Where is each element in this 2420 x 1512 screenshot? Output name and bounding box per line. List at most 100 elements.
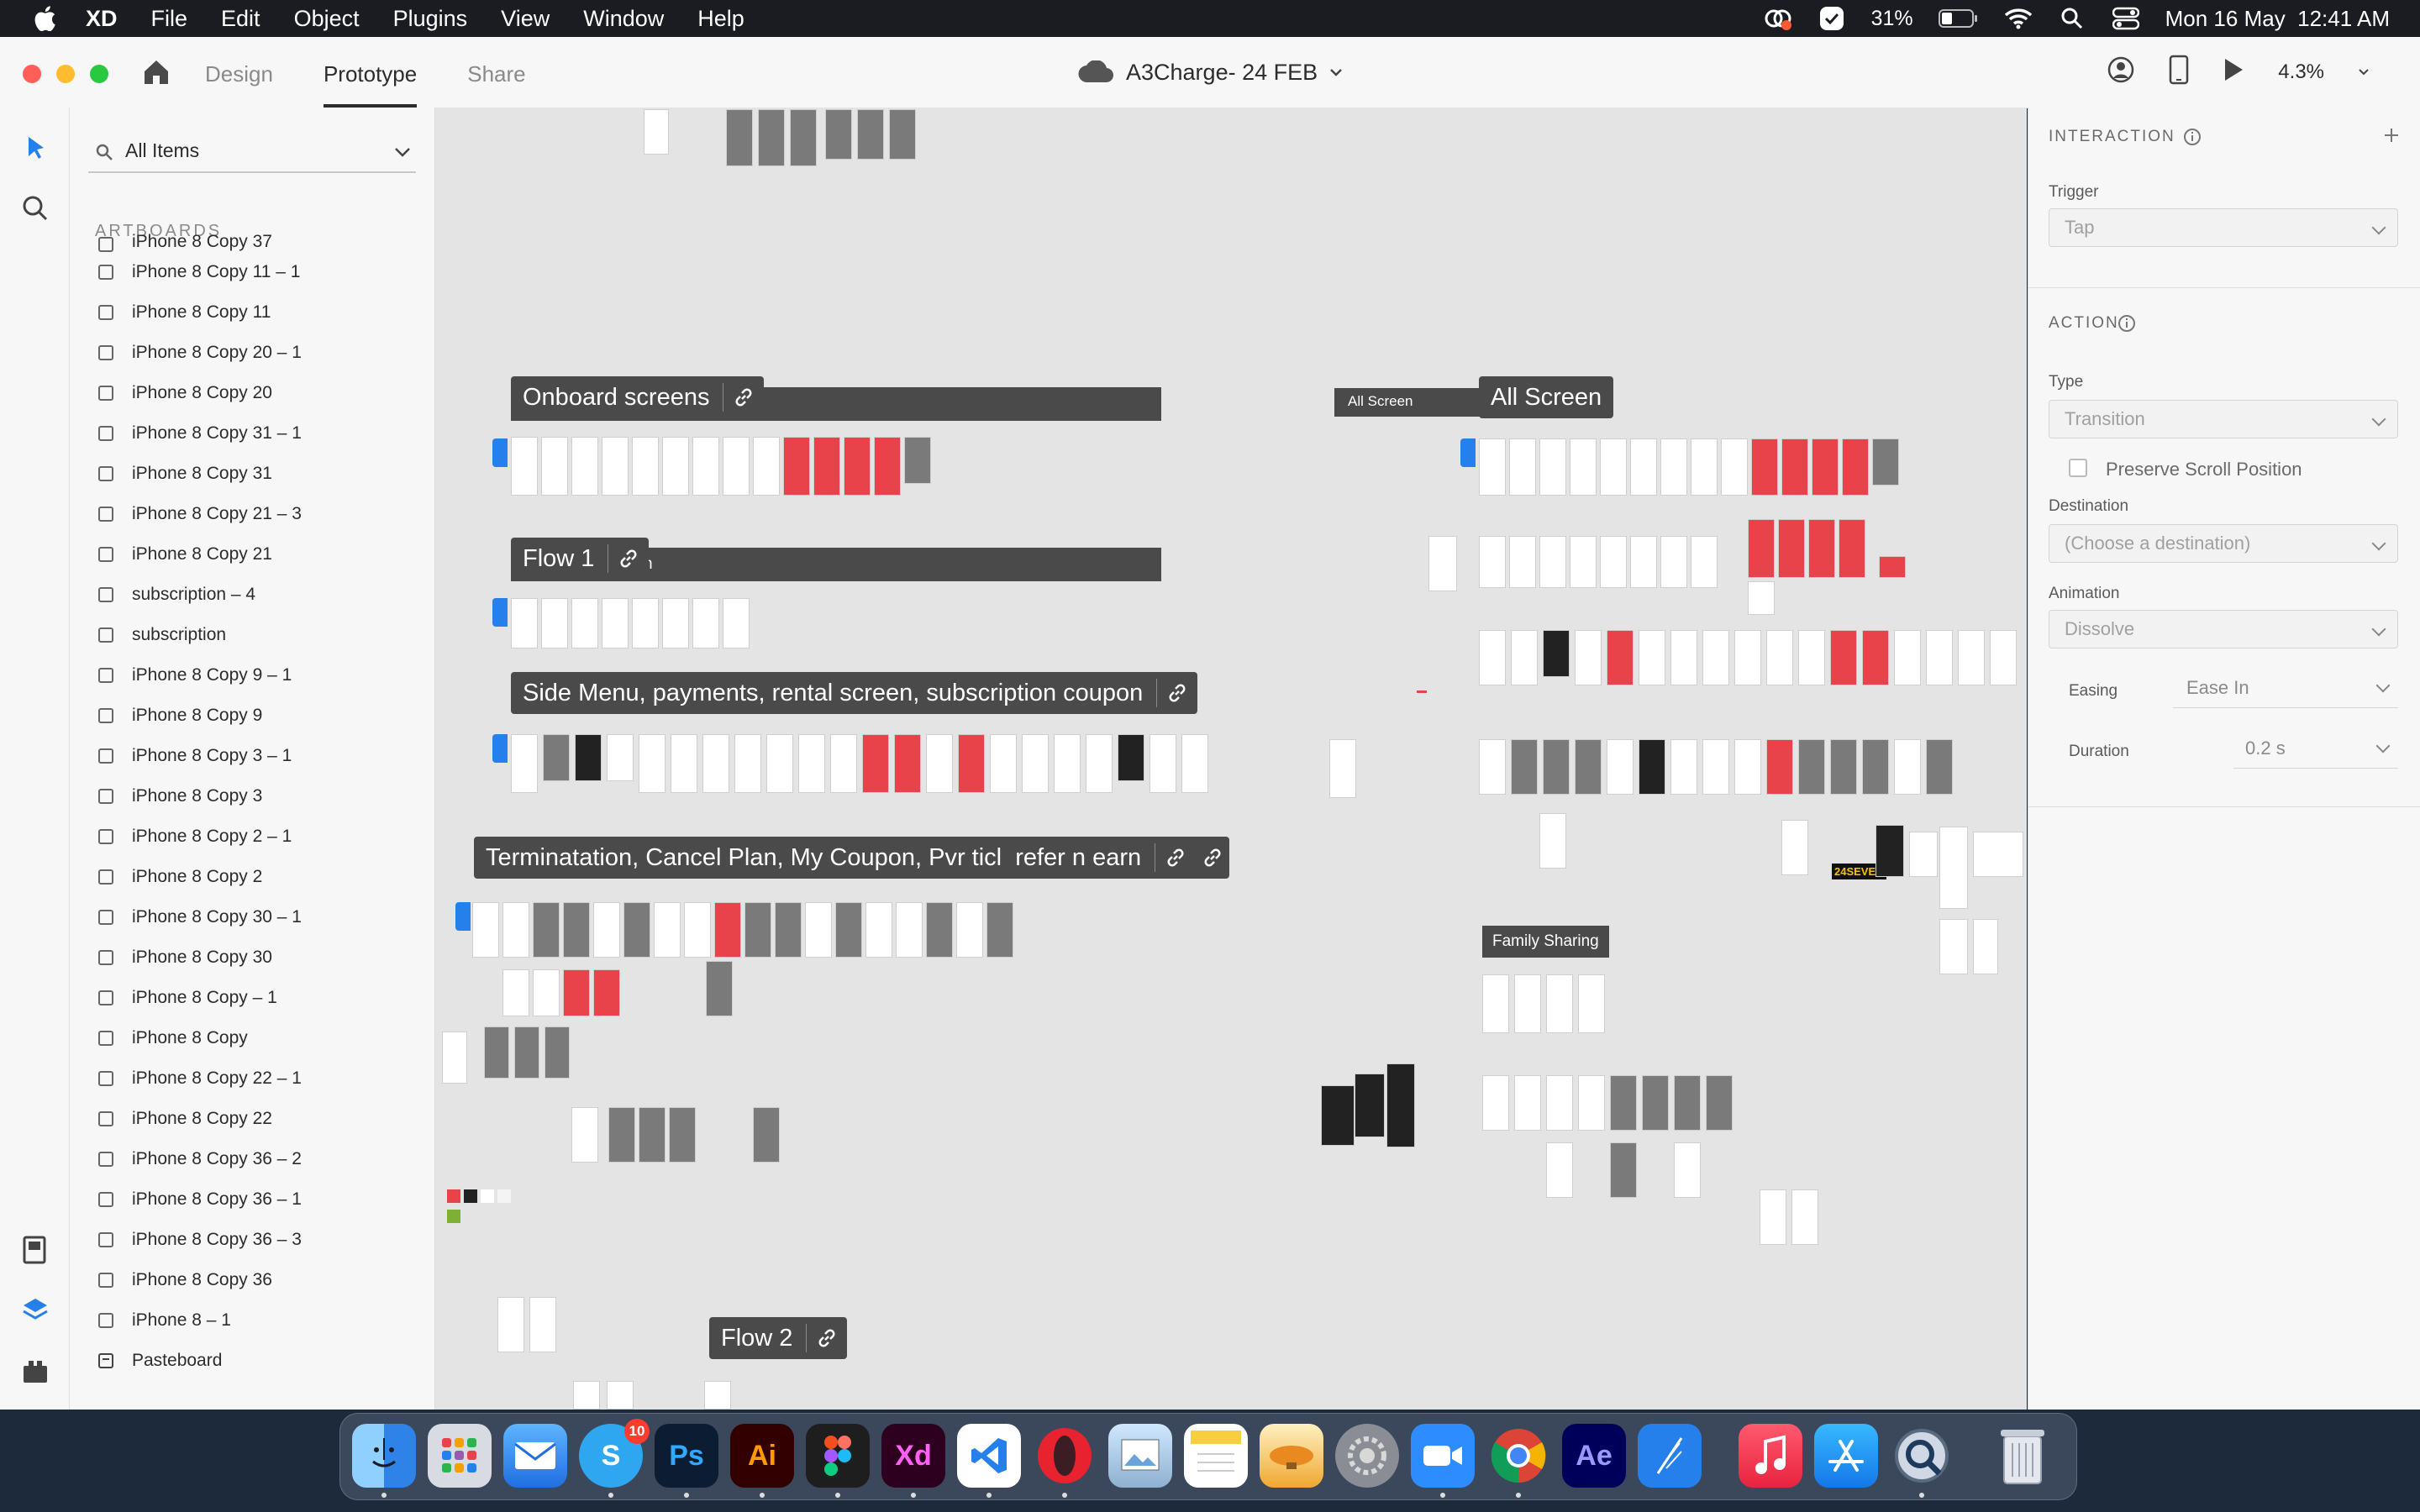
artboard-thumb[interactable] (1660, 536, 1687, 588)
easing-select[interactable]: Ease In (2173, 669, 2398, 708)
artboard-thumb[interactable] (1600, 536, 1627, 588)
artboard-item[interactable]: iPhone 8 Copy 36 – 3 (70, 1220, 434, 1260)
artboard-thumb[interactable] (825, 109, 852, 160)
artboard-thumb[interactable] (602, 437, 629, 496)
artboard-thumb[interactable] (1607, 630, 1634, 685)
plugins-icon[interactable] (20, 1356, 50, 1386)
artboard-thumb[interactable] (1514, 1075, 1541, 1131)
flow-label-termination[interactable]: Terminatation, Cancel Plan, My Coupon, P… (474, 837, 1230, 879)
play-preview-icon[interactable] (2223, 57, 2244, 88)
artboard-thumb[interactable] (1798, 630, 1825, 685)
menu-window[interactable]: Window (583, 6, 664, 32)
menu-app-name[interactable]: XD (86, 6, 118, 32)
select-tool-icon[interactable] (20, 133, 50, 163)
artboard-thumb[interactable] (593, 902, 620, 958)
animation-select[interactable]: Dissolve (2049, 610, 2398, 648)
artboard-thumb[interactable] (1973, 919, 1998, 974)
artboard-thumb[interactable] (502, 969, 529, 1016)
app-store-app-icon[interactable] (1814, 1424, 1878, 1488)
artboard-thumb[interactable] (1926, 630, 1953, 685)
menu-edit[interactable]: Edit (221, 6, 260, 32)
artboard-thumb[interactable] (1958, 630, 1985, 685)
skype-app-icon[interactable]: S 10 (579, 1419, 650, 1488)
zoom-tool-icon[interactable] (20, 193, 50, 223)
artboard-thumb[interactable] (857, 109, 884, 160)
artboard-thumb[interactable] (1639, 739, 1665, 795)
artboard-thumb[interactable] (662, 598, 689, 648)
artboard-thumb[interactable] (1118, 734, 1144, 781)
artboard-item[interactable]: iPhone 8 Copy – 1 (70, 978, 434, 1018)
artboard-item[interactable]: iPhone 8 Copy 36 – 1 (70, 1179, 434, 1220)
artboard-thumb[interactable] (1546, 1142, 1573, 1198)
artboard-thumb[interactable] (1607, 739, 1634, 795)
artboard-thumb[interactable] (671, 734, 697, 793)
artboard-thumb[interactable] (1909, 832, 1938, 877)
artboard-thumb[interactable] (1600, 438, 1627, 496)
preview-app-icon[interactable] (1108, 1424, 1172, 1488)
artboard-thumb[interactable] (1894, 630, 1921, 685)
artboard-thumb[interactable] (644, 109, 669, 155)
artboard-thumb[interactable] (889, 109, 916, 160)
artboard-thumb[interactable] (790, 109, 817, 166)
artboard-item[interactable]: iPhone 8 Copy 31 (70, 454, 434, 494)
type-select[interactable]: Transition (2049, 400, 2398, 438)
artboard-thumb[interactable] (1812, 438, 1839, 496)
artboard-thumb[interactable] (706, 961, 733, 1016)
battery-icon[interactable] (1938, 4, 1979, 33)
artboard-thumb[interactable] (1479, 739, 1506, 795)
menu-object[interactable]: Object (294, 6, 360, 32)
zoom-level[interactable]: 4.3% (2278, 60, 2324, 84)
artboard-thumb[interactable] (835, 902, 862, 958)
menubar-clock[interactable]: Mon 16 May 12:41 AM (2165, 6, 2390, 32)
artboard-thumb[interactable] (1022, 734, 1049, 793)
tab-prototype[interactable]: Prototype (323, 37, 418, 108)
artboard-thumb[interactable] (1543, 739, 1570, 795)
artboard-thumb[interactable] (563, 969, 590, 1016)
artboard-thumb[interactable] (1691, 536, 1718, 588)
artboard-thumb[interactable] (1514, 974, 1541, 1033)
artboard-thumb[interactable] (874, 437, 901, 496)
pasteboard-item[interactable]: Pasteboard (70, 1341, 434, 1381)
artboard-thumb[interactable] (593, 969, 620, 1016)
artboard-item[interactable]: iPhone 8 Copy 30 (70, 937, 434, 978)
artboard-thumb[interactable] (571, 1107, 598, 1163)
artboard-thumb[interactable] (571, 437, 598, 496)
artboard-thumb[interactable] (1778, 519, 1805, 578)
artboard-thumb[interactable] (704, 1381, 731, 1410)
artboard-thumb[interactable] (1610, 1142, 1637, 1198)
menu-plugins[interactable]: Plugins (393, 6, 468, 32)
artboard-thumb[interactable] (1926, 739, 1953, 795)
artboard-thumb[interactable] (1748, 581, 1775, 615)
artboard-thumb[interactable] (1386, 1063, 1415, 1147)
artboard-thumb[interactable] (1939, 827, 1968, 909)
artboard-item[interactable]: iPhone 8 Copy 31 – 1 (70, 413, 434, 454)
artboard-thumb[interactable] (1570, 536, 1597, 588)
artboard-thumb[interactable] (1355, 1074, 1385, 1137)
artboard-thumb[interactable] (1808, 519, 1835, 578)
artboard-thumb[interactable] (775, 902, 802, 958)
artboard-thumb[interactable] (692, 598, 719, 648)
link-icon[interactable] (608, 538, 649, 580)
artboard-thumb[interactable] (533, 902, 560, 958)
artboard-item[interactable]: iPhone 8 Copy 9 – 1 (70, 655, 434, 696)
menu-file[interactable]: File (151, 6, 188, 32)
duration-field[interactable]: 0.2 s (2233, 729, 2398, 769)
illustrator-app-icon[interactable]: Ai (730, 1424, 794, 1488)
artboard-item[interactable]: iPhone 8 Copy 2 (70, 857, 434, 897)
artboard-item[interactable]: iPhone 8 Copy 3 – 1 (70, 736, 434, 776)
artboard-thumb[interactable] (1691, 438, 1718, 496)
artboard-thumb[interactable] (623, 902, 650, 958)
all-screen-small-tag[interactable]: All Screen (1334, 388, 1487, 417)
control-center-icon[interactable] (2112, 4, 2140, 33)
mail-app-icon[interactable] (503, 1424, 567, 1488)
zoom-window-button[interactable] (90, 65, 108, 83)
artboard-thumb[interactable] (1830, 630, 1857, 685)
tab-share[interactable]: Share (467, 37, 525, 108)
artboard-thumb[interactable] (1766, 630, 1793, 685)
artboard-thumb[interactable] (1939, 919, 1968, 974)
transmit-app-icon[interactable] (1260, 1424, 1323, 1488)
opera-app-icon[interactable] (1033, 1424, 1097, 1488)
flow-start-handle[interactable] (492, 438, 508, 467)
artboard-item[interactable]: subscription (70, 615, 434, 655)
artboard-thumb[interactable] (1575, 630, 1602, 685)
